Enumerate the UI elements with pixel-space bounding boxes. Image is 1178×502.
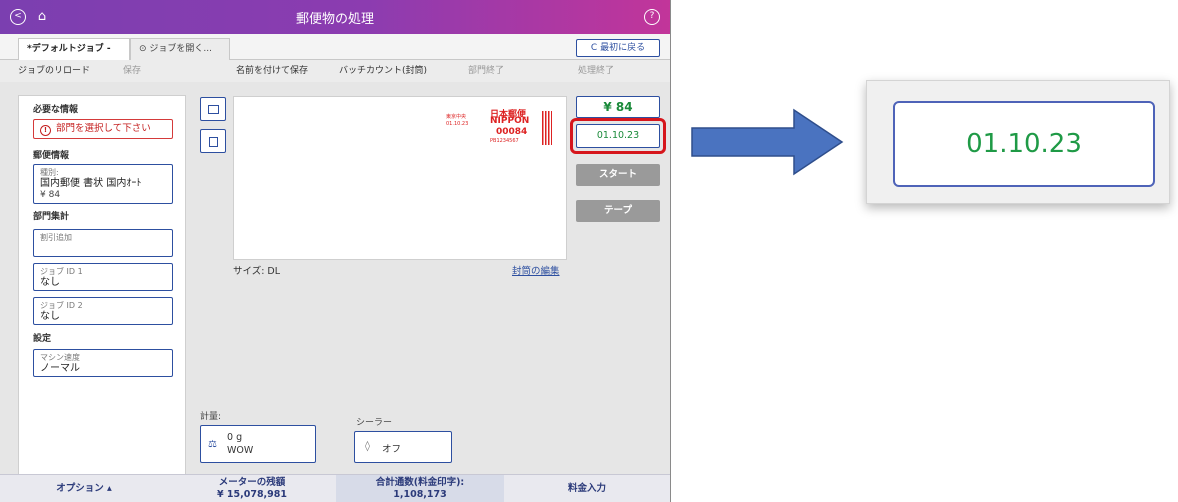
bottom-bar: オプション ▴ メーターの残額 ¥ 15,078,981 合計通数(料金印字):… — [0, 474, 670, 502]
window-title: 郵便物の処理 — [295, 12, 374, 27]
job-id-2-label: ジョブ ID 2 — [40, 301, 83, 310]
envelope-preview: 東京中央 01.10.23 日本郵便 NIPPON 00084 PB123456… — [233, 96, 567, 260]
job-id-2-value: なし — [40, 311, 60, 322]
rate-input-button[interactable]: 料金入力 — [504, 475, 670, 502]
menu-process-end[interactable]: 処理終了 — [578, 60, 614, 82]
required-info-header: 必要な情報 — [33, 105, 79, 115]
stamp-date: 01.10.23 — [446, 121, 469, 127]
sealer-label: シーラー — [356, 418, 393, 428]
meter-balance-value: ¥ 15,078,981 — [216, 489, 288, 500]
postage-app-window: < ⌂ 郵便物の処理 ? *デフォルトジョブ - job1 ⊙ ジョブを開く..… — [0, 0, 670, 502]
settings-header: 設定 — [33, 334, 52, 344]
discount-label: 割引追加 — [40, 233, 72, 242]
mail-class-field[interactable]: 種別: 国内郵便 書状 国内ｵｰﾄ ¥ 84 — [33, 164, 173, 204]
envelope-size-label: サイズ: DL — [233, 266, 281, 277]
title-bar: < ⌂ 郵便物の処理 ? — [0, 0, 670, 34]
options-button[interactable]: オプション ▴ — [0, 475, 168, 502]
date-highlight-frame — [570, 118, 666, 154]
menu-dept-end[interactable]: 部門終了 — [468, 60, 504, 82]
sealer-button[interactable]: ◊ オフ — [354, 431, 452, 463]
stamp-line2: NIPPON — [490, 116, 530, 126]
machine-speed-value: ノーマル — [40, 363, 80, 374]
stamp-city: 東京中央 — [446, 114, 467, 120]
edit-envelope-link[interactable]: 封筒の編集 — [512, 263, 560, 277]
postage-price-display: ¥ 84 — [576, 96, 660, 118]
total-count-value: 1,108,173 — [393, 489, 447, 500]
dept-alert-button[interactable]: ! 部門を選択して下さい — [33, 119, 173, 139]
menu-save[interactable]: 保存 — [123, 60, 141, 82]
mail-class-price: ¥ 84 — [40, 190, 61, 200]
water-drop-icon: ◊ — [365, 441, 370, 452]
menu-save-as[interactable]: 名前を付けて保存 — [236, 60, 308, 82]
dept-summary-header: 部門集計 — [33, 212, 70, 222]
warning-icon: ! — [40, 125, 51, 136]
main-area: 必要な情報 ! 部門を選択して下さい 郵便情報 種別: 国内郵便 書状 国内ｵｰﾄ… — [0, 82, 670, 475]
machine-speed-label: マシン速度 — [40, 353, 80, 362]
job-id-2-field[interactable]: ジョブ ID 2 なし — [33, 297, 173, 325]
reset-button[interactable]: C 最初に戻る — [576, 39, 660, 57]
weight-mode: WOW — [227, 445, 254, 456]
stamp-barcode — [542, 111, 552, 145]
mail-info-header: 郵便情報 — [33, 151, 70, 161]
start-button[interactable]: スタート — [576, 164, 660, 186]
scale-icon: ⚖ — [208, 439, 217, 450]
sealer-value: オフ — [382, 444, 402, 455]
job-id-1-value: なし — [40, 277, 60, 288]
stamp-amount: 00084 — [496, 127, 528, 137]
meter-balance-cell[interactable]: メーターの残額 ¥ 15,078,981 — [168, 475, 336, 502]
tab-default-job[interactable]: *デフォルトジョブ - job1 — [18, 38, 130, 74]
envelope-view-button[interactable] — [200, 97, 226, 121]
zoom-callout: 01.10.23 — [866, 80, 1170, 204]
document-icon — [209, 137, 218, 147]
total-count-label: 合計通数(料金印字): — [375, 477, 465, 488]
envelope-icon — [208, 105, 219, 114]
mail-class-label: 種別: — [40, 168, 59, 177]
stamp-code: PB1234567 — [490, 138, 519, 144]
discount-field[interactable]: 割引追加 — [33, 229, 173, 257]
total-count-cell[interactable]: 合計通数(料金印字): 1,108,173 — [336, 475, 504, 502]
weight-value: 0 g — [227, 432, 243, 443]
menu-batch-count[interactable]: バッチカウント(封筒) — [339, 60, 427, 82]
mail-class-value: 国内郵便 書状 国内ｵｰﾄ — [40, 178, 142, 189]
job-tab-bar: *デフォルトジョブ - job1 ⊙ ジョブを開く... C 最初に戻る — [0, 34, 670, 74]
tab-open-job[interactable]: ⊙ ジョブを開く... — [130, 38, 230, 60]
job-menu-bar: ジョブのリロード 保存 名前を付けて保存 バッチカウント(封筒) 部門終了 処理… — [0, 60, 670, 82]
meter-balance-label: メーターの残額 — [218, 477, 286, 488]
weight-button[interactable]: ⚖ 0 g WOW — [200, 425, 316, 463]
zoomed-date-display: 01.10.23 — [893, 101, 1155, 187]
job-id-1-label: ジョブ ID 1 — [40, 267, 83, 276]
right-arrow-icon — [691, 108, 844, 176]
menu-reload-job[interactable]: ジョブのリロード — [18, 60, 90, 82]
machine-speed-field[interactable]: マシン速度 ノーマル — [33, 349, 173, 377]
panel-divider — [670, 0, 671, 502]
meter-stamp-preview: 東京中央 01.10.23 日本郵便 NIPPON 00084 PB123456… — [446, 107, 554, 147]
document-view-button[interactable] — [200, 129, 226, 153]
dept-alert-text: 部門を選択して下さい — [56, 123, 151, 134]
job-id-1-field[interactable]: ジョブ ID 1 なし — [33, 263, 173, 291]
help-icon[interactable]: ? — [644, 9, 660, 25]
tape-button[interactable]: テープ — [576, 200, 660, 222]
job-settings-panel: 必要な情報 ! 部門を選択して下さい 郵便情報 種別: 国内郵便 書状 国内ｵｰﾄ… — [18, 95, 186, 475]
weight-label: 計量: — [200, 412, 222, 422]
